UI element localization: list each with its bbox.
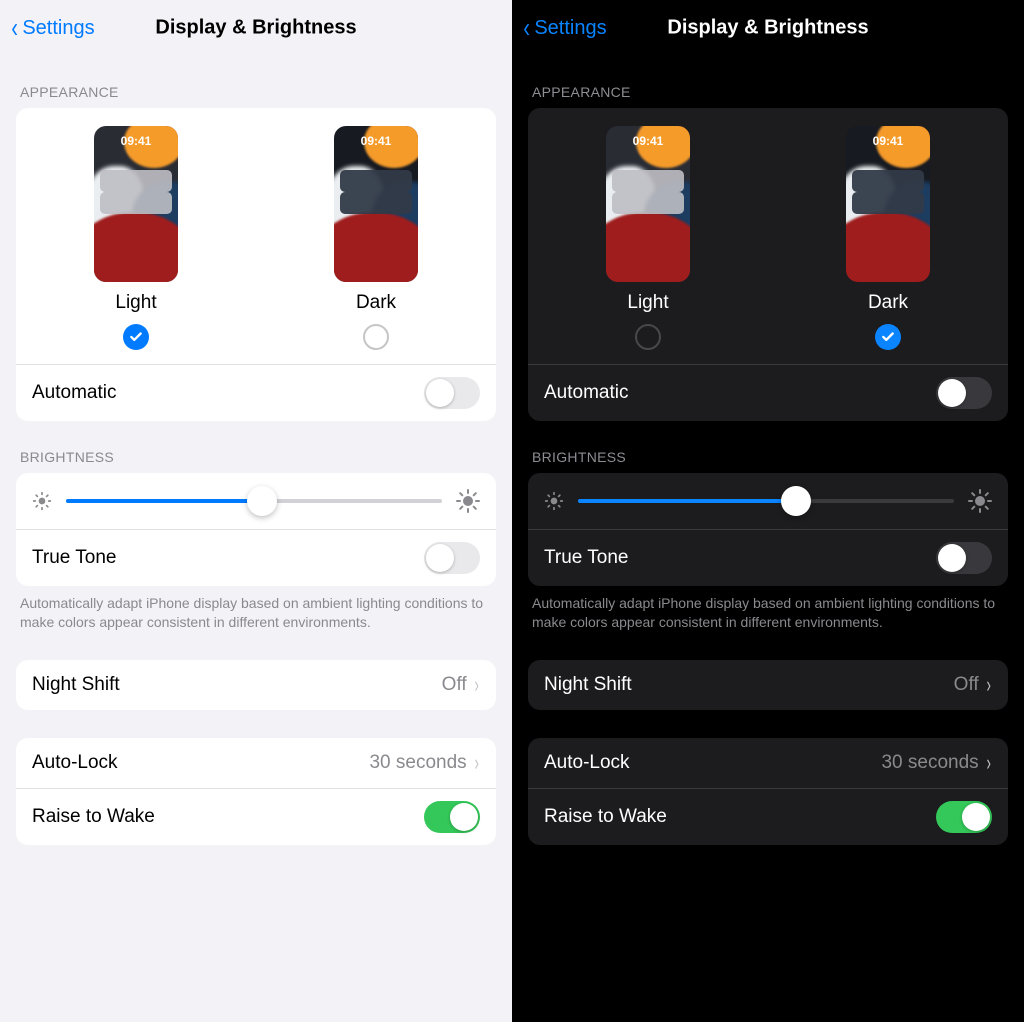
truetone-row: True Tone: [528, 529, 1008, 586]
appearance-group: 09:41 Light 09:41 Dark: [16, 108, 496, 421]
nightshift-label: Night Shift: [544, 674, 632, 696]
truetone-note: Automatically adapt iPhone display based…: [16, 586, 496, 632]
chevron-right-icon: ›: [474, 750, 478, 776]
autolock-row[interactable]: Auto-Lock 30 seconds ›: [528, 738, 1008, 788]
brightness-group: True Tone: [528, 473, 1008, 586]
dark-label: Dark: [868, 292, 908, 314]
preview-time: 09:41: [846, 134, 930, 148]
sun-bright-icon: [456, 489, 480, 513]
preview-time: 09:41: [606, 134, 690, 148]
lock-group: Auto-Lock 30 seconds › Raise to Wake: [16, 738, 496, 845]
automatic-switch[interactable]: [936, 377, 992, 409]
appearance-header: APPEARANCE: [528, 56, 1008, 108]
truetone-switch[interactable]: [424, 542, 480, 574]
back-label: Settings: [22, 17, 94, 40]
raisewake-label: Raise to Wake: [32, 806, 155, 828]
truetone-label: True Tone: [32, 547, 117, 569]
raisewake-switch[interactable]: [424, 801, 480, 833]
sun-dim-icon: [32, 491, 52, 511]
appearance-preview-light: 09:41: [94, 126, 178, 282]
nightshift-row[interactable]: Night Shift Off ›: [528, 660, 1008, 710]
light-radio-unchecked[interactable]: [635, 324, 661, 350]
light-mode-pane: ‹ Settings Display & Brightness APPEARAN…: [0, 0, 512, 1022]
raisewake-switch[interactable]: [936, 801, 992, 833]
lock-group: Auto-Lock 30 seconds › Raise to Wake: [528, 738, 1008, 845]
appearance-option-light[interactable]: 09:41 Light: [606, 126, 690, 350]
sun-bright-icon: [968, 489, 992, 513]
appearance-header: APPEARANCE: [16, 56, 496, 108]
dark-mode-pane: ‹ Settings Display & Brightness APPEARAN…: [512, 0, 1024, 1022]
automatic-label: Automatic: [32, 382, 116, 404]
nightshift-label: Night Shift: [32, 674, 120, 696]
nav-bar: ‹ Settings Display & Brightness: [0, 0, 512, 56]
back-button[interactable]: ‹ Settings: [522, 14, 607, 42]
autolock-row[interactable]: Auto-Lock 30 seconds ›: [16, 738, 496, 788]
autolock-value: 30 seconds: [881, 752, 978, 774]
automatic-label: Automatic: [544, 382, 628, 404]
chevron-left-icon: ‹: [11, 14, 18, 42]
autolock-value: 30 seconds: [369, 752, 466, 774]
brightness-slider[interactable]: [66, 487, 442, 515]
brightness-slider-row: [528, 473, 1008, 529]
raisewake-row: Raise to Wake: [16, 788, 496, 845]
appearance-option-dark[interactable]: 09:41 Dark: [846, 126, 930, 350]
preview-time: 09:41: [94, 134, 178, 148]
dark-radio-checked[interactable]: [875, 324, 901, 350]
appearance-preview-dark: 09:41: [334, 126, 418, 282]
autolock-label: Auto-Lock: [32, 752, 118, 774]
nightshift-row[interactable]: Night Shift Off ›: [16, 660, 496, 710]
chevron-right-icon: ›: [986, 672, 990, 698]
automatic-switch[interactable]: [424, 377, 480, 409]
nightshift-group: Night Shift Off ›: [16, 660, 496, 710]
raisewake-label: Raise to Wake: [544, 806, 667, 828]
nightshift-group: Night Shift Off ›: [528, 660, 1008, 710]
appearance-preview-dark: 09:41: [846, 126, 930, 282]
preview-time: 09:41: [334, 134, 418, 148]
truetone-row: True Tone: [16, 529, 496, 586]
page-title: Display & Brightness: [155, 17, 356, 40]
nightshift-value: Off: [954, 674, 979, 696]
automatic-row: Automatic: [16, 364, 496, 421]
nav-bar: ‹ Settings Display & Brightness: [512, 0, 1024, 56]
brightness-slider[interactable]: [578, 487, 954, 515]
raisewake-row: Raise to Wake: [528, 788, 1008, 845]
chevron-right-icon: ›: [474, 672, 478, 698]
truetone-note: Automatically adapt iPhone display based…: [528, 586, 1008, 632]
back-label: Settings: [534, 17, 606, 40]
light-radio-checked[interactable]: [123, 324, 149, 350]
appearance-group: 09:41 Light 09:41 Dark: [528, 108, 1008, 421]
light-label: Light: [115, 292, 156, 314]
page-title: Display & Brightness: [667, 17, 868, 40]
brightness-group: True Tone: [16, 473, 496, 586]
chevron-left-icon: ‹: [523, 14, 530, 42]
dark-label: Dark: [356, 292, 396, 314]
light-label: Light: [627, 292, 668, 314]
brightness-slider-row: [16, 473, 496, 529]
dark-radio-unchecked[interactable]: [363, 324, 389, 350]
truetone-switch[interactable]: [936, 542, 992, 574]
appearance-preview-light: 09:41: [606, 126, 690, 282]
appearance-option-light[interactable]: 09:41 Light: [94, 126, 178, 350]
truetone-label: True Tone: [544, 547, 629, 569]
autolock-label: Auto-Lock: [544, 752, 630, 774]
automatic-row: Automatic: [528, 364, 1008, 421]
back-button[interactable]: ‹ Settings: [10, 14, 95, 42]
sun-dim-icon: [544, 491, 564, 511]
brightness-header: BRIGHTNESS: [528, 421, 1008, 473]
chevron-right-icon: ›: [986, 750, 990, 776]
nightshift-value: Off: [442, 674, 467, 696]
brightness-header: BRIGHTNESS: [16, 421, 496, 473]
appearance-option-dark[interactable]: 09:41 Dark: [334, 126, 418, 350]
